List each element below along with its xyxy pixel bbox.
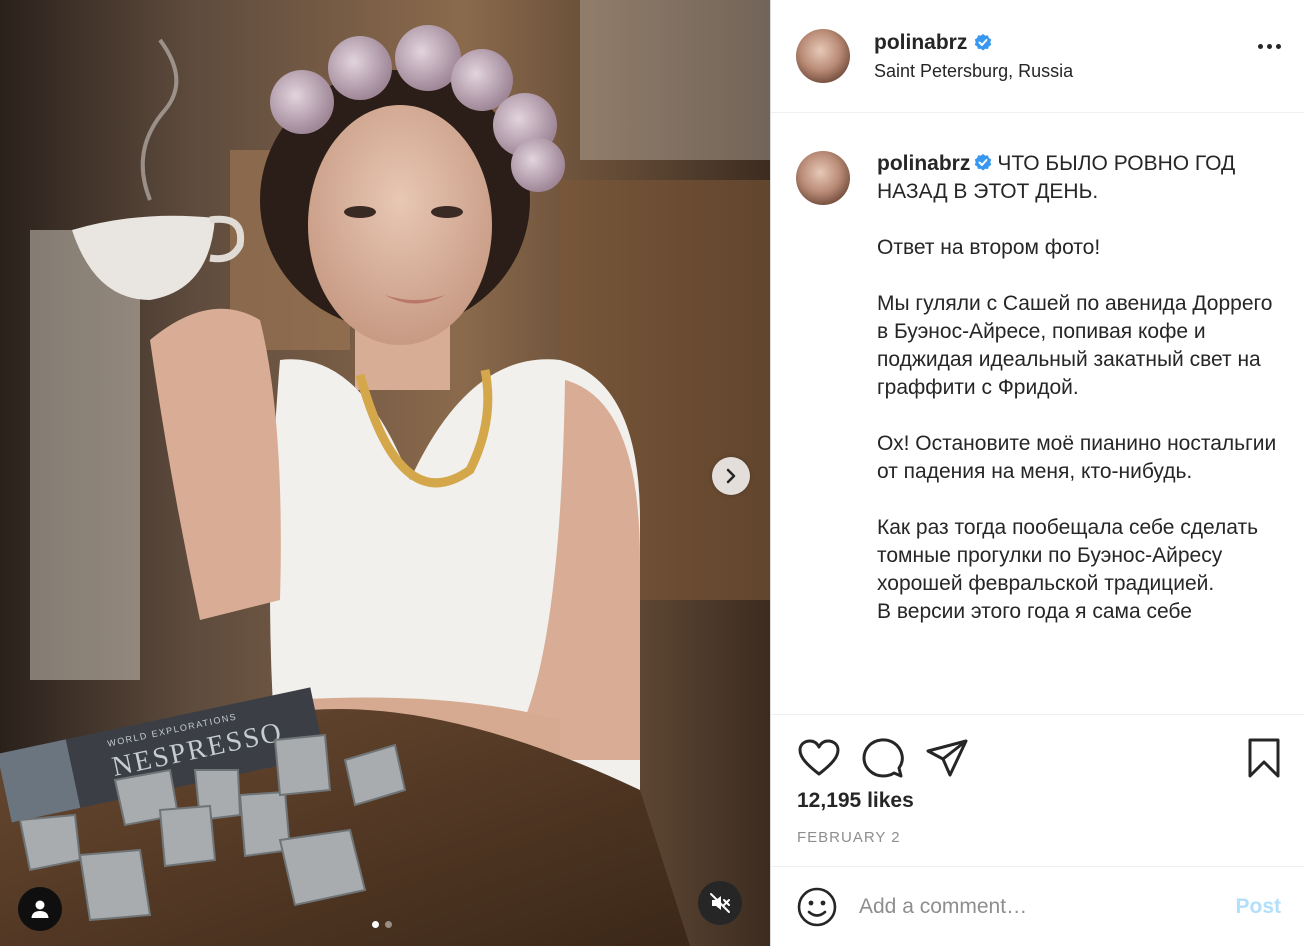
caption: polinabrz ЧТО БЫЛО РОВНО ГОД НАЗАД В ЭТОТ…	[877, 150, 1287, 626]
carousel-dot-1	[372, 921, 379, 928]
caption-avatar[interactable]	[796, 151, 850, 205]
user-tag-icon	[31, 900, 49, 918]
share-button[interactable]	[924, 735, 970, 781]
tagged-users-button[interactable]	[18, 887, 62, 931]
bookmark-icon	[1248, 738, 1280, 778]
emoji-button[interactable]	[795, 885, 839, 929]
share-icon	[926, 739, 968, 777]
username-link[interactable]: polinabrz	[874, 31, 967, 55]
verified-icon	[975, 154, 992, 171]
caption-area: polinabrz ЧТО БЫЛО РОВНО ГОД НАЗАД В ЭТОТ…	[771, 114, 1304, 714]
mute-icon	[710, 893, 730, 913]
post-date: FEBRUARY 2	[797, 829, 901, 846]
mute-button[interactable]	[698, 881, 742, 925]
header-text: polinabrz Saint Petersburg, Russia	[874, 31, 1073, 82]
carousel-indicator	[372, 921, 392, 928]
carousel-dot-2	[385, 921, 392, 928]
like-count[interactable]: 12,195 likes	[797, 789, 914, 813]
chevron-right-icon	[726, 468, 736, 484]
post-photo: NESPRESSO WORLD EXPLORATIONS	[0, 0, 770, 946]
verified-icon	[975, 33, 992, 50]
caption-username-link[interactable]: polinabrz	[877, 152, 970, 175]
post-comment-button[interactable]: Post	[1235, 895, 1281, 919]
comment-button[interactable]	[860, 735, 906, 781]
save-button[interactable]	[1241, 735, 1287, 781]
post-header: polinabrz Saint Petersburg, Russia	[771, 0, 1304, 113]
caption-text: ЧТО БЫЛО РОВНО ГОД НАЗАД В ЭТОТ ДЕНЬ. От…	[877, 152, 1277, 623]
next-photo-button[interactable]	[712, 457, 750, 495]
heart-icon	[798, 739, 840, 776]
emoji-icon	[797, 887, 837, 926]
comment-input[interactable]	[859, 894, 1219, 919]
post-media[interactable]: NESPRESSO WORLD EXPLORATIONS	[0, 0, 770, 946]
more-options-button[interactable]	[1258, 44, 1281, 49]
more-icon	[1258, 44, 1263, 49]
action-icons	[796, 735, 970, 781]
comment-icon	[862, 738, 904, 778]
avatar[interactable]	[796, 29, 850, 83]
instagram-post: NESPRESSO WORLD EXPLORATIONS polinabrz S…	[0, 0, 1304, 946]
post-actions: 12,195 likes FEBRUARY 2	[771, 714, 1304, 866]
post-side-panel: polinabrz Saint Petersburg, Russia polin…	[770, 0, 1304, 946]
comment-bar: Post	[771, 866, 1304, 946]
location-link[interactable]: Saint Petersburg, Russia	[874, 61, 1073, 82]
like-button[interactable]	[796, 735, 842, 781]
username-row: polinabrz	[874, 31, 1073, 55]
